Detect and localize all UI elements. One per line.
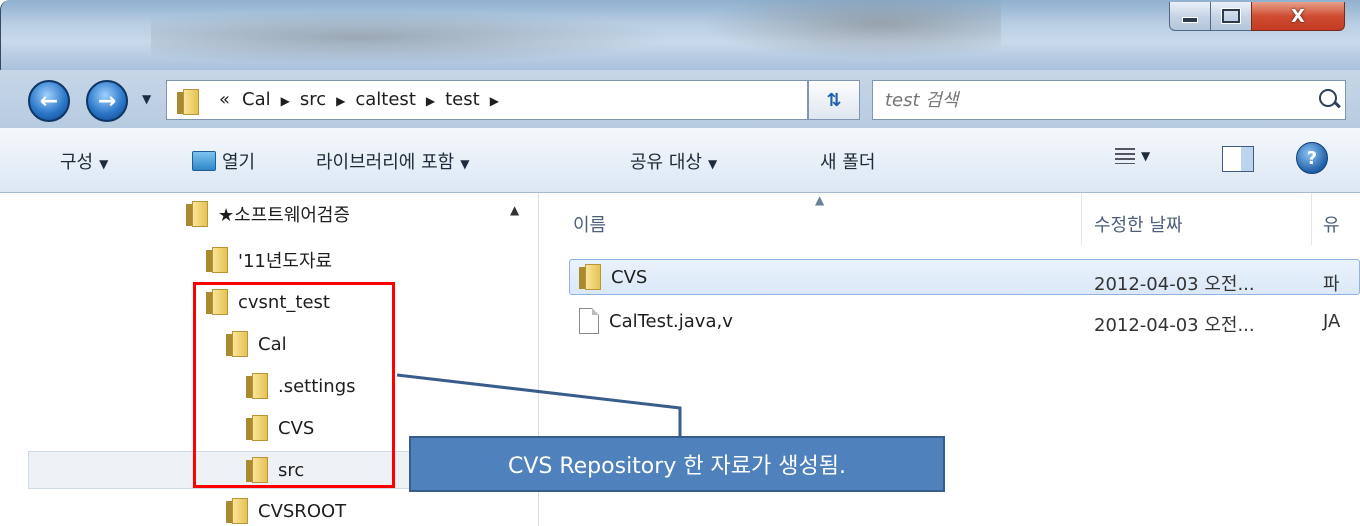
breadcrumb-overflow[interactable]: « [213, 89, 236, 113]
chevron-right-icon[interactable]: ▶ [486, 89, 503, 113]
chevron-right-icon[interactable]: ▶ [277, 89, 294, 113]
folder-icon [177, 89, 199, 115]
chevron-down-icon: ▼ [99, 157, 109, 171]
back-arrow-icon: ← [39, 88, 59, 114]
command-toolbar: 구성 ▼ 열기 라이브러리에 포함 ▼ 공유 대상 ▼ 새 폴더 ▼ ? [0, 128, 1360, 193]
folder-icon [579, 264, 601, 290]
titlebar-background-2 [701, 0, 1001, 60]
address-bar[interactable]: « Cal ▶ src ▶ caltest ▶ test ▶ ▼ [166, 80, 956, 120]
tree-item-label: CVSROOT [258, 500, 347, 522]
column-header-type[interactable]: 유 [1323, 211, 1340, 237]
open-label: 열기 [222, 152, 256, 173]
forward-arrow-icon: → [97, 88, 117, 114]
tree-item-label: ★소프트웨어검증 [218, 205, 351, 226]
document-icon [579, 308, 599, 334]
open-button[interactable]: 열기 [192, 148, 255, 174]
chevron-down-icon: ▼ [1141, 149, 1151, 163]
navigation-bar: ← → ▼ « Cal ▶ src ▶ caltest ▶ test ▶ ▼ ⇅ [0, 70, 1360, 128]
view-list-icon [1115, 148, 1135, 164]
highlight-box [193, 282, 395, 488]
breadcrumb-test[interactable]: test [439, 89, 486, 113]
include-in-library-label: 라이브러리에 포함 [316, 152, 455, 173]
back-button[interactable]: ← [28, 80, 70, 122]
callout-box: CVS Repository 한 자료가 생성됨. [409, 436, 945, 492]
include-in-library-button[interactable]: 라이브러리에 포함 ▼ [316, 148, 469, 174]
refresh-icon: ⇅ [826, 89, 842, 111]
maximize-button[interactable] [1210, 2, 1252, 31]
chevron-right-icon[interactable]: ▶ [422, 89, 439, 113]
organize-label: 구성 [60, 152, 94, 173]
close-button[interactable]: X [1251, 2, 1345, 31]
chevron-down-icon: ▼ [460, 157, 470, 171]
folder-icon [186, 201, 208, 227]
new-folder-button[interactable]: 새 폴더 [820, 148, 875, 174]
new-folder-label: 새 폴더 [820, 152, 876, 173]
chevron-right-icon[interactable]: ▶ [332, 89, 349, 113]
open-icon [192, 151, 216, 171]
callout-text: CVS Repository 한 자료가 생성됨. [507, 454, 846, 479]
file-name: CalTest.java,v [609, 310, 733, 332]
chevron-down-icon: ▼ [707, 157, 718, 171]
sort-ascending-icon: ▲ [815, 193, 825, 207]
preview-pane-button[interactable] [1222, 146, 1254, 172]
help-button[interactable]: ? [1296, 142, 1328, 174]
column-divider[interactable] [1311, 193, 1312, 245]
search-box[interactable] [872, 80, 1346, 120]
file-row[interactable]: CVS [579, 264, 647, 290]
column-header-name[interactable]: 이름 [573, 211, 606, 237]
titlebar-background [151, 10, 671, 65]
tree-item-label: '11년도자료 [238, 251, 333, 272]
column-divider[interactable] [1081, 193, 1082, 245]
minimize-button[interactable] [1169, 2, 1211, 31]
breadcrumb-cal[interactable]: Cal [236, 89, 277, 113]
recent-pages-dropdown[interactable]: ▼ [142, 92, 151, 106]
file-name: CVS [611, 266, 648, 288]
tree-item-cvsroot[interactable]: CVSROOT [226, 498, 346, 524]
breadcrumb-caltest[interactable]: caltest [349, 89, 422, 113]
window-titlebar: X [0, 0, 1360, 70]
forward-button[interactable]: → [86, 80, 128, 122]
refresh-button[interactable]: ⇅ [808, 80, 860, 120]
organize-button[interactable]: 구성 ▼ [60, 148, 108, 174]
scroll-up-arrow-icon[interactable]: ▲ [510, 203, 519, 217]
file-row[interactable]: CalTest.java,v [579, 308, 733, 334]
file-date: 2012-04-03 오전... [1094, 274, 1255, 295]
column-header-date[interactable]: 수정한 날짜 [1094, 211, 1183, 237]
close-icon: X [1291, 5, 1305, 27]
search-icon[interactable] [1319, 89, 1337, 107]
file-date: 2012-04-03 오전... [1094, 315, 1255, 336]
search-input[interactable] [883, 87, 1287, 113]
change-view-button[interactable]: ▼ [1115, 148, 1150, 164]
share-with-button[interactable]: 공유 대상 ▼ [630, 148, 717, 174]
file-type: JA [1323, 311, 1341, 332]
help-icon: ? [1306, 147, 1318, 169]
folder-icon [206, 247, 228, 273]
folder-icon [226, 498, 248, 524]
tree-item-11-data[interactable]: '11년도자료 [206, 247, 332, 273]
minimize-icon [1182, 17, 1198, 23]
file-type: 파 [1323, 274, 1340, 295]
share-with-label: 공유 대상 [630, 152, 702, 173]
breadcrumb-src[interactable]: src [294, 89, 332, 113]
tree-item-software-verification[interactable]: ★소프트웨어검증 [186, 201, 350, 227]
maximize-icon [1221, 8, 1241, 24]
